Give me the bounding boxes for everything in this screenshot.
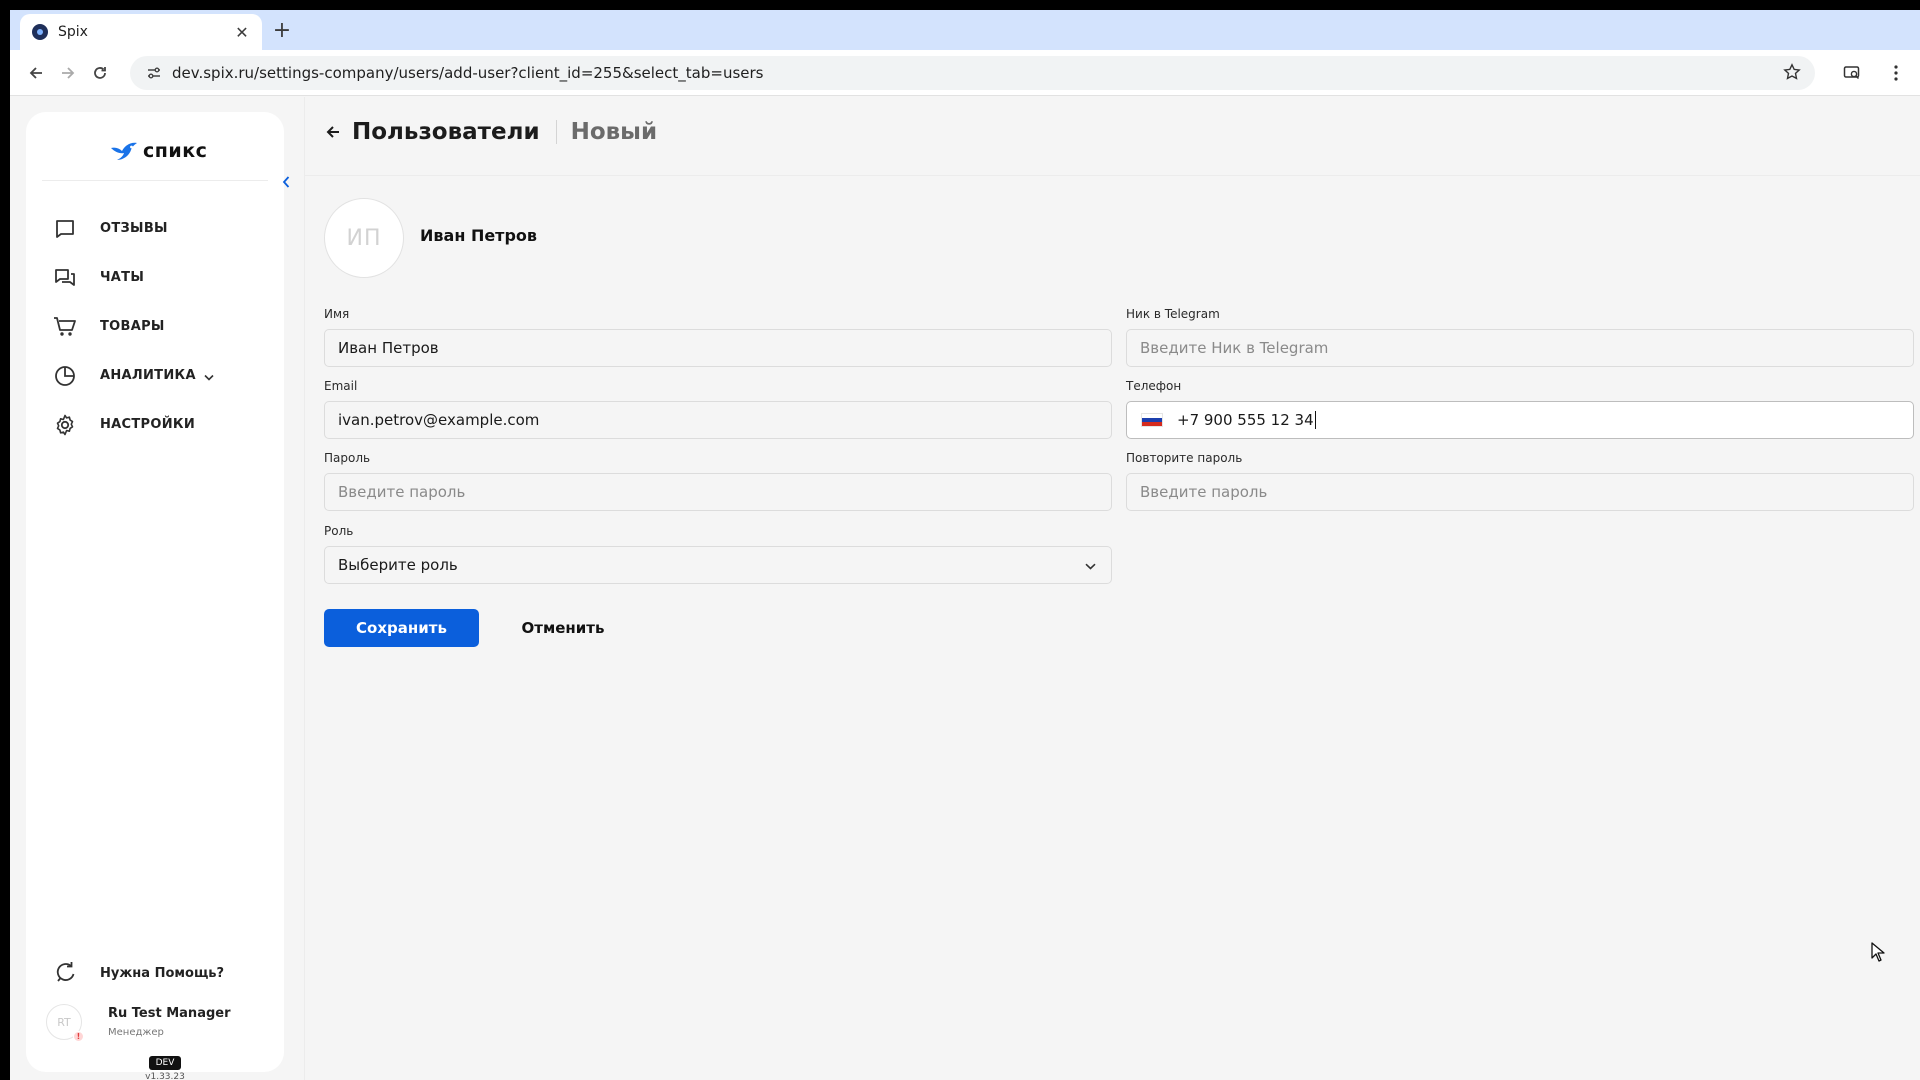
field-label: Повторите пароль [1126, 451, 1243, 465]
sidebar-item-analytics[interactable]: АНАЛИТИКА [26, 351, 284, 400]
logo-bird-icon [111, 142, 137, 160]
sidebar-item-settings[interactable]: НАСТРОЙКИ [26, 400, 284, 449]
bookmark-star-icon[interactable] [1783, 63, 1801, 85]
browser-menu-icon[interactable] [1882, 59, 1910, 87]
field-label: Имя [324, 307, 350, 321]
support-icon [52, 960, 78, 986]
role-field: Роль Выберите роль [324, 524, 1112, 584]
email-input[interactable]: ivan.petrov@example.com [324, 401, 1112, 439]
sidebar: спикс ОТЗЫВЫ ЧАТЫ ТОВАРЫ АНАЛИТИКА НАСТР… [26, 112, 290, 1080]
url-text: dev.spix.ru/settings-company/users/add-u… [172, 64, 764, 82]
phone-input[interactable]: +7 900 555 12 34 [1126, 401, 1914, 439]
alert-badge: ! [73, 1031, 84, 1042]
tab-title: Spix [58, 24, 88, 40]
site-settings-icon[interactable] [146, 65, 162, 81]
app: спикс ОТЗЫВЫ ЧАТЫ ТОВАРЫ АНАЛИТИКА НАСТР… [10, 97, 1920, 1080]
field-label: Ник в Telegram [1126, 307, 1220, 321]
telegram-input[interactable]: Введите Ник в Telegram [1126, 329, 1914, 367]
sidebar-item-reviews[interactable]: ОТЗЫВЫ [26, 204, 284, 253]
password-field: Пароль Введите пароль [324, 451, 1112, 511]
sidebar-item-label: ТОВАРЫ [100, 319, 165, 334]
telegram-field: Ник в Telegram Введите Ник в Telegram [1126, 307, 1914, 367]
main-content: Пользователи Новый ИП Иван Петров Имя Ив… [304, 97, 1920, 1080]
close-icon[interactable]: ✕ [232, 23, 252, 42]
env-badge: DEV [149, 1056, 181, 1070]
name-field: Имя Иван Петров [324, 307, 1112, 367]
sidebar-item-label: ОТЗЫВЫ [100, 221, 168, 236]
address-bar[interactable]: dev.spix.ru/settings-company/users/add-u… [130, 56, 1815, 90]
user-role: Менеджер [108, 1027, 164, 1038]
chats-icon [52, 265, 78, 291]
field-label: Роль [324, 524, 354, 538]
analytics-icon [52, 363, 78, 389]
mouse-pointer-icon [1871, 942, 1887, 966]
reviews-icon [52, 216, 78, 242]
russia-flag-icon[interactable] [1141, 413, 1163, 427]
screen: Spix ✕ + dev.spix.ru/settings-company/us… [10, 10, 1920, 1080]
user-profile[interactable]: RT ! Ru Test Manager Менеджер [46, 1004, 276, 1054]
reload-icon[interactable] [86, 59, 114, 87]
back-arrow-icon[interactable] [22, 59, 50, 87]
chevron-left-icon [282, 176, 290, 188]
sidebar-item-products[interactable]: ТОВАРЫ [26, 302, 284, 351]
page-subtitle: Новый [570, 119, 658, 145]
version-label: v1.33.23 [145, 1072, 185, 1080]
help-link[interactable]: Нужна Помощь? [52, 960, 224, 986]
name-input[interactable]: Иван Петров [324, 329, 1112, 367]
logo-text: спикс [143, 140, 208, 162]
new-tab-icon[interactable]: + [268, 18, 296, 46]
forward-arrow-icon[interactable] [54, 59, 82, 87]
role-select[interactable]: Выберите роль [324, 546, 1112, 584]
field-label: Телефон [1126, 379, 1182, 393]
save-button[interactable]: Сохранить [324, 609, 479, 647]
phone-value: +7 900 555 12 34 [1177, 411, 1314, 429]
field-label: Email [324, 379, 358, 393]
phone-field: Телефон +7 900 555 12 34 [1126, 379, 1914, 439]
gear-icon [52, 412, 78, 438]
sidebar-item-chats[interactable]: ЧАТЫ [26, 253, 284, 302]
sidebar-item-label: ЧАТЫ [100, 270, 145, 285]
back-arrow-icon[interactable] [324, 123, 342, 141]
divider [304, 97, 305, 1080]
email-field: Email ivan.petrov@example.com [324, 379, 1112, 439]
sidebar-item-label: АНАЛИТИКА [100, 368, 196, 383]
divider [42, 180, 268, 181]
password-repeat-input[interactable]: Введите пароль [1126, 473, 1914, 511]
chevron-down-icon [204, 366, 214, 385]
page-title[interactable]: Пользователи [352, 119, 540, 145]
sidebar-nav: ОТЗЫВЫ ЧАТЫ ТОВАРЫ АНАЛИТИКА НАСТРОЙКИ [26, 204, 284, 449]
help-label: Нужна Помощь? [100, 965, 225, 981]
password-input[interactable]: Введите пароль [324, 473, 1112, 511]
collapse-sidebar-button[interactable] [278, 172, 294, 192]
browser-toolbar: dev.spix.ru/settings-company/users/add-u… [10, 50, 1920, 96]
field-label: Пароль [324, 451, 371, 465]
sidebar-item-label: НАСТРОЙКИ [100, 417, 196, 432]
browser-tab-bar: Spix ✕ + [10, 10, 1920, 50]
password-repeat-field: Повторите пароль Введите пароль [1126, 451, 1914, 511]
user-name: Ru Test Manager [108, 1006, 231, 1021]
page-header: Пользователи Новый [324, 117, 657, 147]
avatar[interactable]: ИП [324, 198, 404, 278]
divider [304, 175, 1920, 176]
logo[interactable]: спикс [109, 140, 207, 162]
title-divider [555, 120, 557, 144]
chevron-down-icon[interactable] [1085, 555, 1096, 574]
screen-search-icon[interactable] [1838, 59, 1866, 87]
cancel-button[interactable]: Отменить [510, 609, 616, 647]
favicon-icon [32, 24, 48, 40]
browser-tab[interactable]: Spix ✕ [20, 14, 262, 50]
cart-icon [52, 314, 78, 340]
profile-name: Иван Петров [420, 226, 538, 245]
text-cursor [1314, 411, 1316, 429]
